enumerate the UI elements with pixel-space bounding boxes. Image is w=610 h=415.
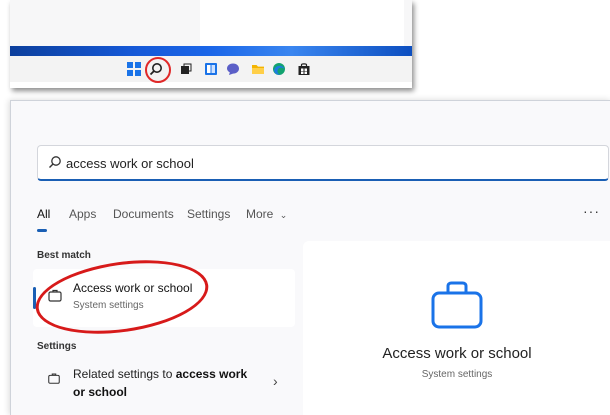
briefcase-icon (47, 371, 61, 390)
related-settings-item[interactable]: Related settings to access work or schoo… (33, 359, 295, 407)
tab-more-label: More (246, 207, 274, 221)
best-match-label: Best match (37, 250, 91, 261)
store-icon[interactable] (297, 62, 311, 76)
chevron-down-icon: ⌄ (279, 210, 288, 220)
chat-icon[interactable] (226, 62, 240, 76)
settings-section-label: Settings (37, 341, 77, 352)
search-window: All Apps Documents Settings More ⌄ ··· B… (10, 100, 610, 415)
preview-subtitle: System settings (421, 369, 493, 380)
window-area (10, 0, 412, 48)
search-icon (48, 155, 62, 174)
chevron-right-icon: › (273, 373, 278, 389)
search-input[interactable] (66, 151, 466, 175)
active-tab-indicator (37, 229, 47, 232)
related-settings-prefix: Related settings to (73, 367, 176, 381)
red-circle-annotation (30, 250, 214, 344)
tab-all-label: All (37, 207, 51, 221)
tab-all[interactable]: All (37, 207, 51, 232)
tab-documents[interactable]: Documents (113, 207, 174, 221)
search-icon-highlight (145, 57, 171, 83)
preview-title: Access work or school (382, 345, 532, 362)
file-explorer-icon[interactable] (251, 62, 265, 76)
widgets-icon[interactable] (204, 62, 218, 76)
open-window (200, 0, 404, 46)
windows-start-icon[interactable] (127, 62, 141, 76)
briefcase-icon (429, 279, 485, 336)
search-box[interactable] (37, 145, 609, 181)
edge-icon[interactable] (272, 62, 286, 76)
tab-settings[interactable]: Settings (187, 207, 230, 221)
task-view-icon[interactable] (179, 62, 193, 76)
tab-more[interactable]: More ⌄ (246, 207, 287, 221)
taskbar-screenshot (10, 0, 412, 88)
desktop-wallpaper (10, 46, 412, 56)
related-settings-text: Related settings to access work or schoo… (73, 365, 253, 401)
result-preview-pane: Access work or school System settings (303, 241, 610, 415)
more-options-button[interactable]: ··· (583, 203, 600, 219)
tab-apps[interactable]: Apps (69, 207, 96, 221)
